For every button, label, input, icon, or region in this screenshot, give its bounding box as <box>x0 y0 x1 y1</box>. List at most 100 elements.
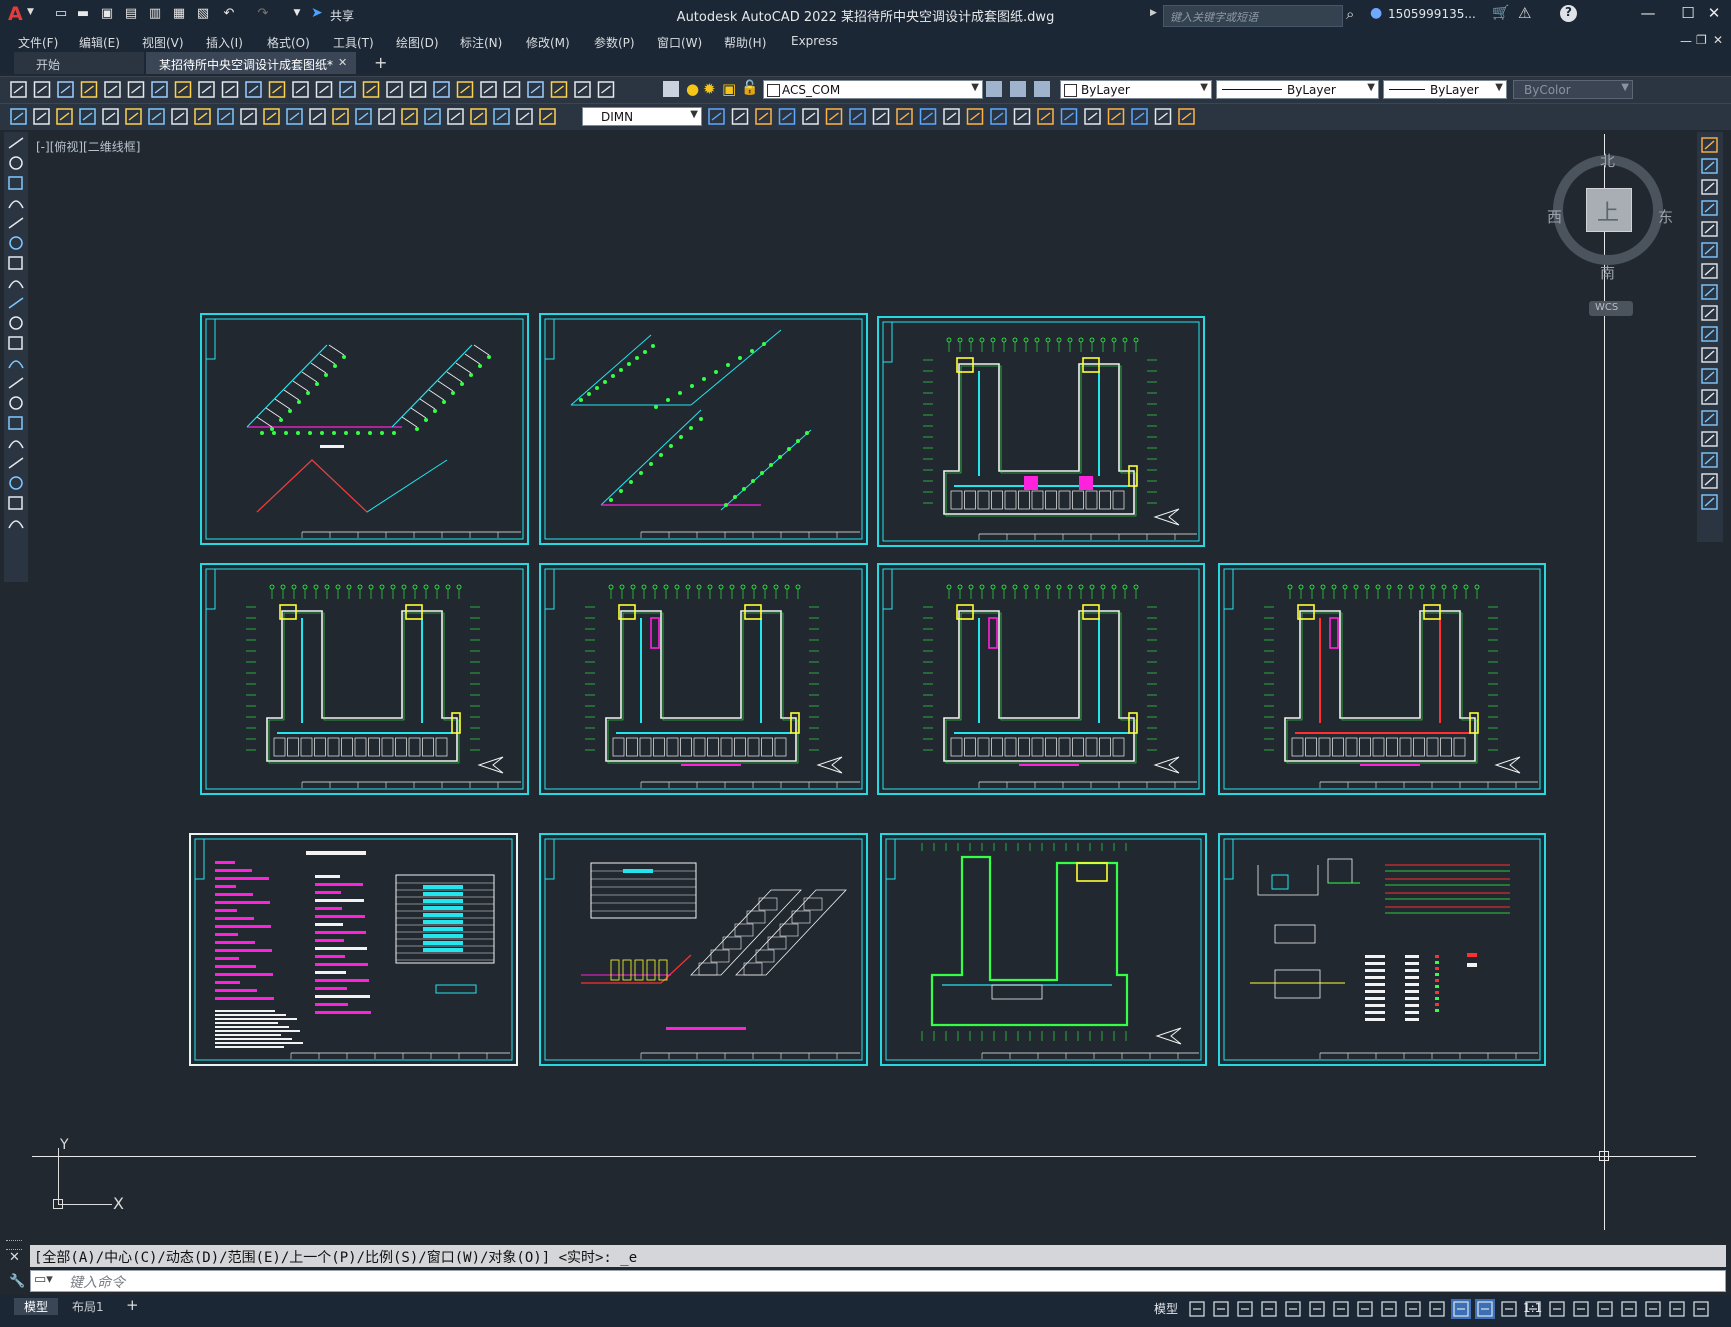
layer-iso-icon[interactable] <box>597 81 615 98</box>
dim-ordinate-icon[interactable] <box>79 108 96 125</box>
table-icon[interactable] <box>539 108 556 125</box>
layer-on-icon[interactable]: ● <box>686 80 699 98</box>
command-settings-icon[interactable]: 🔧 <box>9 1274 25 1289</box>
compass-east[interactable]: 东 <box>1658 206 1673 227</box>
customize-icon[interactable] <box>1693 1301 1709 1317</box>
select-similar-icon[interactable] <box>896 108 913 125</box>
add-layout-button[interactable]: + <box>126 1296 139 1314</box>
drawing-sheet[interactable] <box>539 313 868 545</box>
layout-tab-layout1[interactable]: 布局1 <box>62 1298 114 1315</box>
annotation-scale-icon[interactable] <box>1475 1299 1495 1319</box>
sheet-set-icon[interactable] <box>456 81 474 98</box>
wblock-icon[interactable] <box>755 108 772 125</box>
make-current-icon[interactable] <box>986 81 1002 97</box>
new-tab-button[interactable]: + <box>374 53 387 72</box>
dim-style-icon[interactable] <box>470 108 487 125</box>
block-icon[interactable] <box>708 108 725 125</box>
dim-jogged-icon[interactable] <box>125 108 142 125</box>
selection-cycling-icon[interactable] <box>1405 1301 1421 1317</box>
dim-linear-icon[interactable] <box>10 108 27 125</box>
center-mark-icon[interactable] <box>332 108 349 125</box>
match-icon[interactable] <box>221 81 239 98</box>
object-snap-tracking-icon[interactable] <box>1309 1301 1325 1317</box>
fillet-icon[interactable] <box>1701 452 1718 468</box>
plot-icon[interactable] <box>80 81 98 98</box>
command-prompt-icon[interactable]: ▭▾ <box>34 1272 53 1287</box>
menu-modify[interactable]: 修改(M) <box>526 34 570 51</box>
dimstyle-dropdown[interactable]: DIMN ▼ <box>582 107 702 126</box>
dim-space-icon[interactable] <box>263 108 280 125</box>
text-front-icon[interactable] <box>1037 108 1054 125</box>
auto-scale-icon[interactable] <box>1451 1299 1471 1319</box>
region-icon[interactable] <box>8 457 24 469</box>
drawing-sheet[interactable] <box>539 833 868 1066</box>
inspect-icon[interactable] <box>355 108 372 125</box>
isodraft-icon[interactable] <box>1285 1301 1301 1317</box>
isolate-objects-icon[interactable] <box>1621 1301 1637 1317</box>
menu-draw[interactable]: 绘图(D) <box>396 34 439 51</box>
dim-break-icon[interactable] <box>286 108 303 125</box>
menu-dimension[interactable]: 标注(N) <box>460 34 502 51</box>
menu-express[interactable]: Express <box>791 34 838 48</box>
units-icon[interactable] <box>1549 1301 1565 1317</box>
redo-icon[interactable] <box>268 81 286 98</box>
group-icon[interactable] <box>849 108 866 125</box>
table-icon[interactable] <box>9 476 23 490</box>
menu-tools[interactable]: 工具(T) <box>333 34 374 51</box>
new-icon[interactable] <box>10 81 27 98</box>
annotation-visibility-icon[interactable] <box>1429 1301 1445 1317</box>
undo-icon[interactable] <box>245 81 262 98</box>
trim-icon[interactable] <box>1701 326 1718 342</box>
rotate-icon[interactable] <box>1701 263 1718 279</box>
isolate-icon[interactable] <box>919 108 937 125</box>
markup-icon[interactable] <box>480 81 497 98</box>
layer-match-icon[interactable] <box>1010 81 1026 97</box>
dim-baseline-icon[interactable] <box>217 108 234 125</box>
scale-icon[interactable] <box>1701 284 1718 300</box>
layer-freeze-icon[interactable]: ✹ <box>703 80 716 98</box>
drawing-sheet[interactable] <box>539 563 868 795</box>
compass-west[interactable]: 西 <box>1547 206 1562 227</box>
drawing-sheet[interactable] <box>877 316 1205 547</box>
compass-north[interactable]: 北 <box>1600 150 1615 171</box>
dim-diameter-icon[interactable] <box>148 108 165 125</box>
dim-edit-icon[interactable] <box>401 108 418 125</box>
mirror-icon[interactable] <box>1701 179 1718 195</box>
menu-file[interactable]: 文件(F) <box>18 34 58 51</box>
search-expand-icon[interactable]: ▶ <box>1150 8 1157 18</box>
cart-icon[interactable]: 🛒 <box>1492 5 1509 21</box>
jogged-linear-icon[interactable] <box>378 108 395 125</box>
publish-icon[interactable] <box>127 81 145 98</box>
dim-angular-icon[interactable] <box>171 108 188 125</box>
lineweight-dropdown[interactable]: ByLayer ▼ <box>1383 80 1507 99</box>
plotstyle-dropdown[interactable]: ByColor ▼ <box>1513 80 1633 99</box>
explode-icon[interactable] <box>1701 494 1718 510</box>
polyline-icon[interactable] <box>8 176 23 190</box>
hide-icon[interactable] <box>943 108 960 125</box>
command-line[interactable]: ▭▾ <box>30 1270 1726 1292</box>
help-icon[interactable]: ? <box>1560 5 1577 22</box>
dim-text-edit-icon[interactable] <box>424 108 441 125</box>
layer-state-icon[interactable] <box>574 81 591 98</box>
line-icon[interactable] <box>8 137 24 149</box>
tool-palettes-icon[interactable] <box>433 81 450 98</box>
linetype-dropdown[interactable]: ByLayer ▼ <box>1216 80 1379 99</box>
ortho-icon[interactable] <box>1237 1301 1253 1317</box>
insert-icon[interactable] <box>731 108 749 125</box>
transparency-icon[interactable] <box>1381 1301 1397 1317</box>
layer-dropdown[interactable]: ACS_COM ▼ <box>763 80 983 99</box>
layout-tab-model[interactable]: 模型 <box>14 1298 59 1315</box>
properties-icon[interactable] <box>386 81 403 98</box>
minimize-button[interactable]: — <box>1634 4 1662 26</box>
circle-icon[interactable] <box>8 256 23 270</box>
ellipse-arc-icon[interactable] <box>8 336 23 350</box>
user-label[interactable]: 1505999135... <box>1388 7 1476 21</box>
gradient-icon[interactable] <box>8 440 24 449</box>
command-close-icon[interactable]: ✕ <box>9 1250 20 1265</box>
drawing-sheet[interactable] <box>877 563 1205 795</box>
quick-properties-icon[interactable] <box>1573 1301 1589 1317</box>
rectangle-icon[interactable] <box>8 217 24 229</box>
grid-icon[interactable] <box>1189 1301 1205 1317</box>
command-grip[interactable] <box>6 1240 22 1250</box>
leader-icon[interactable] <box>493 108 510 125</box>
